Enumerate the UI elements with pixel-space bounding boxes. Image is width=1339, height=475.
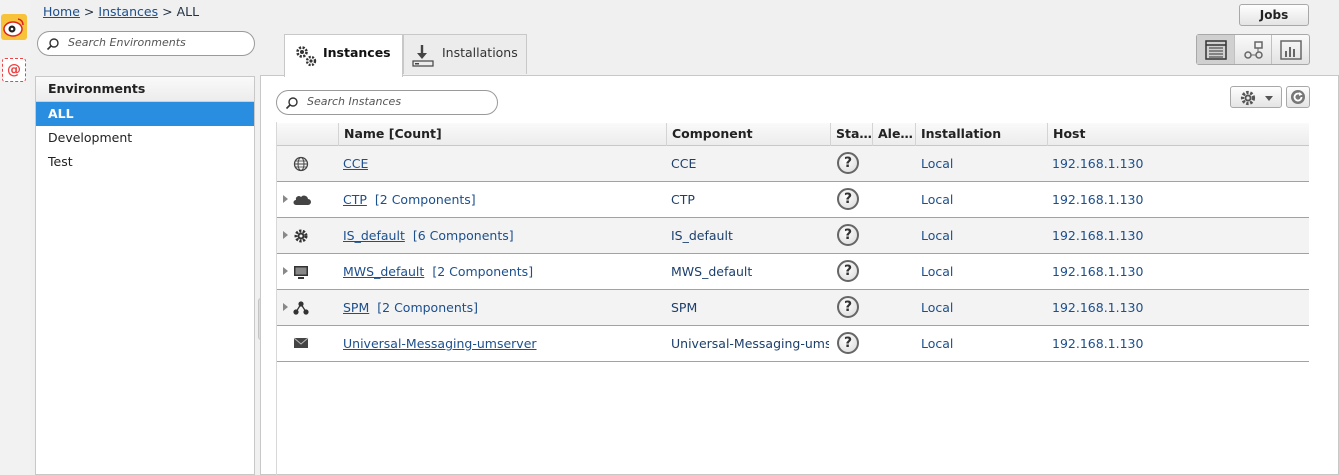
- breadcrumb-current: ALL: [176, 4, 200, 19]
- tab-installations-label: Installations: [442, 45, 518, 60]
- at-sign-icon[interactable]: @: [2, 58, 26, 82]
- status-unknown-icon: ?: [837, 188, 859, 210]
- status-unknown-icon: ?: [837, 224, 859, 246]
- column-header-component[interactable]: Component: [666, 123, 830, 146]
- tab-installations[interactable]: Installations: [403, 34, 527, 74]
- search-icon: [285, 97, 298, 110]
- component-cell: MWS_default: [671, 264, 753, 279]
- status-unknown-icon: ?: [837, 332, 859, 354]
- instance-search-box: [276, 90, 498, 115]
- table-row[interactable]: SPM [2 Components] SPM ? Local 192.168.1.…: [277, 290, 1309, 326]
- expand-row-icon[interactable]: [283, 231, 288, 239]
- breadcrumb-separator: >: [162, 4, 173, 19]
- environment-item-test[interactable]: Test: [36, 150, 254, 174]
- jobs-button[interactable]: Jobs: [1239, 4, 1309, 26]
- status-unknown-icon: ?: [837, 260, 859, 282]
- installation-cell: Local: [921, 228, 954, 243]
- column-header-installation[interactable]: Installation: [915, 123, 1047, 146]
- breadcrumb-instances-link[interactable]: Instances: [98, 4, 158, 19]
- expand-row-icon[interactable]: [283, 195, 288, 203]
- instance-name-link[interactable]: MWS_default: [343, 264, 424, 279]
- monitor-icon: [294, 266, 308, 279]
- table-row[interactable]: Universal-Messaging-umserver Universal-M…: [277, 326, 1309, 362]
- settings-menu-button[interactable]: [1230, 86, 1282, 108]
- column-header-name[interactable]: Name [Count]: [338, 123, 666, 146]
- list-view-icon: [1205, 40, 1227, 60]
- installation-cell: Local: [921, 336, 954, 351]
- search-icon: [46, 38, 59, 51]
- installation-cell: Local: [921, 264, 954, 279]
- external-toolbar-strip: @: [0, 0, 30, 475]
- network-icon: [293, 301, 309, 315]
- instance-name-link[interactable]: SPM: [343, 300, 369, 315]
- installation-cell: Local: [921, 156, 954, 171]
- component-count: [2 Components]: [377, 300, 479, 315]
- component-count: [6 Components]: [412, 228, 514, 243]
- environment-item-all[interactable]: ALL: [36, 102, 254, 126]
- tab-instances-label: Instances: [323, 45, 391, 60]
- topology-view-icon: [1243, 41, 1263, 59]
- breadcrumb-separator: >: [83, 4, 95, 19]
- refresh-icon: [1291, 90, 1305, 104]
- table-row[interactable]: IS_default [6 Components] IS_default ? Lo…: [277, 218, 1309, 254]
- gears-icon: [296, 46, 317, 67]
- breadcrumb: Home > Instances > ALL: [43, 4, 199, 19]
- tab-instances[interactable]: Instances: [284, 34, 403, 77]
- download-icon: [412, 45, 434, 67]
- host-cell: 192.168.1.130: [1052, 228, 1144, 243]
- chart-view-button[interactable]: [1272, 35, 1309, 64]
- instance-name-link[interactable]: Universal-Messaging-umserver: [343, 336, 537, 351]
- envelope-icon: [293, 337, 309, 348]
- status-unknown-icon: ?: [837, 152, 859, 174]
- gear-icon: [294, 229, 308, 243]
- globe-icon: [293, 156, 309, 172]
- cloud-icon: [293, 195, 311, 205]
- installation-cell: Local: [921, 300, 954, 315]
- component-cell: IS_default: [671, 228, 733, 243]
- table-row[interactable]: MWS_default [2 Components] MWS_default ? …: [277, 254, 1309, 290]
- instances-grid-header: Name [Count] Component Sta… Ale… Install…: [277, 123, 1309, 146]
- column-header-status[interactable]: Sta…: [830, 123, 872, 146]
- status-unknown-icon: ?: [837, 296, 859, 318]
- component-cell: Universal-Messaging-umser: [671, 336, 829, 351]
- environment-item-development[interactable]: Development: [36, 126, 254, 150]
- instance-search-input[interactable]: [305, 94, 475, 109]
- host-cell: 192.168.1.130: [1052, 300, 1144, 315]
- installation-cell: Local: [921, 192, 954, 207]
- chart-view-icon: [1280, 40, 1303, 60]
- column-header-host[interactable]: Host: [1047, 123, 1309, 146]
- list-view-button[interactable]: [1197, 35, 1235, 64]
- expand-row-icon[interactable]: [283, 267, 288, 275]
- environments-header: Environments: [36, 77, 254, 102]
- component-cell: CTP: [671, 192, 695, 207]
- component-cell: SPM: [671, 300, 698, 315]
- host-cell: 192.168.1.130: [1052, 264, 1144, 279]
- chevron-down-icon: [1265, 96, 1273, 101]
- component-cell: CCE: [671, 156, 697, 171]
- weibo-icon[interactable]: [1, 14, 27, 40]
- environments-panel: Environments ALL Development Test: [35, 76, 255, 475]
- table-row[interactable]: CCE CCE ? Local 192.168.1.130: [277, 146, 1309, 182]
- environment-search-input[interactable]: [66, 35, 236, 50]
- table-row[interactable]: CTP [2 Components] CTP ? Local 192.168.1.…: [277, 182, 1309, 218]
- gear-icon: [1240, 90, 1256, 106]
- environment-search-box: [37, 31, 255, 56]
- instance-name-link[interactable]: IS_default: [343, 228, 405, 243]
- column-header-alerts[interactable]: Ale…: [872, 123, 915, 146]
- breadcrumb-home-link[interactable]: Home: [43, 4, 80, 19]
- host-cell: 192.168.1.130: [1052, 156, 1144, 171]
- host-cell: 192.168.1.130: [1052, 336, 1144, 351]
- host-cell: 192.168.1.130: [1052, 192, 1144, 207]
- instance-name-link[interactable]: CTP: [343, 192, 367, 207]
- instance-name-link[interactable]: CCE: [343, 156, 368, 171]
- expand-row-icon[interactable]: [283, 303, 288, 311]
- topology-view-button[interactable]: [1235, 35, 1273, 64]
- view-toggle-group: [1196, 34, 1310, 65]
- refresh-button[interactable]: [1286, 86, 1310, 108]
- column-header-icon: [277, 123, 338, 146]
- component-count: [2 Components]: [432, 264, 534, 279]
- component-count: [2 Components]: [374, 192, 476, 207]
